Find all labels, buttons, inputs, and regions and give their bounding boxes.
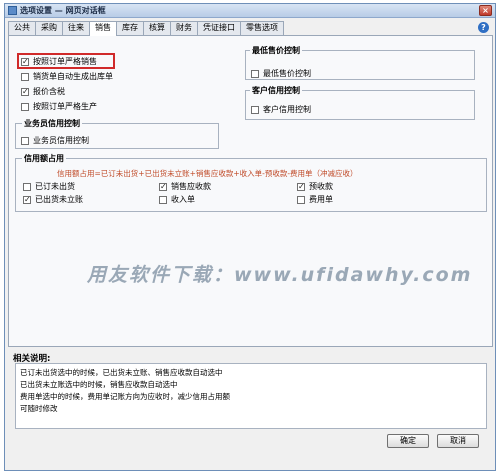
option-strict-production-by-order[interactable]: 按照订单严格生产 xyxy=(21,101,97,112)
tab-retail-options[interactable]: 零售选项 xyxy=(240,21,284,35)
watermark: 用友软件下载：www.ufidawhy.com xyxy=(87,264,473,286)
credit-item-ordered-not-shipped[interactable]: 已订未出货 xyxy=(23,181,75,192)
tab-voucher-interface[interactable]: 凭证接口 xyxy=(197,21,241,35)
tab-inventory[interactable]: 库存 xyxy=(116,21,144,35)
credit-usage-group: 信用额占用 xyxy=(15,153,487,212)
checkbox[interactable]: ✓ xyxy=(21,57,29,66)
checkbox[interactable] xyxy=(21,102,29,111)
group-title: 客户信用控制 xyxy=(250,85,302,96)
credit-formula: 信用额占用=已订未出货+已出货未立账+销售应收款+收入单-预收款-费用单（冲减应… xyxy=(57,169,358,178)
option-label: 客户信用控制 xyxy=(263,105,311,114)
note-line: 已订未出货选中的时候，已出货未立账、销售应收款自动选中 xyxy=(20,368,223,377)
option-customer-credit-control[interactable]: 客户信用控制 xyxy=(251,104,311,115)
option-label: 业务员信用控制 xyxy=(33,136,89,145)
credit-item-sales-receivable[interactable]: ✓ 销售应收款 xyxy=(159,181,211,192)
app-icon xyxy=(8,6,17,15)
group-title: 信用额占用 xyxy=(22,153,66,164)
group-title: 业务员信用控制 xyxy=(22,118,82,129)
sales-options-panel: ✓ 按照订单严格销售 销货单自动生成出库单 ✓ 报价含税 按照订单严格生产 最低… xyxy=(8,35,493,347)
credit-item-income-slip[interactable]: 收入单 xyxy=(159,194,195,205)
option-price-includes-tax[interactable]: ✓ 报价含税 xyxy=(21,86,65,97)
option-label: 报价含税 xyxy=(33,87,65,96)
note-line: 费用单选中的时候，费用单记账方向为应收时，减少信用占用额 xyxy=(20,392,230,401)
option-label: 费用单 xyxy=(309,195,333,204)
checkbox[interactable] xyxy=(23,182,31,191)
option-label: 预收款 xyxy=(309,182,333,191)
ok-button[interactable]: 确定 xyxy=(387,434,429,448)
help-icon[interactable]: ? xyxy=(478,22,489,33)
checkbox[interactable]: ✓ xyxy=(159,182,167,191)
checkbox[interactable]: ✓ xyxy=(297,182,305,191)
window-title: 选项设置 — 网页对话框 xyxy=(20,6,106,15)
checkbox[interactable]: ✓ xyxy=(21,87,29,96)
option-label: 销货单自动生成出库单 xyxy=(33,72,113,81)
title-bar: 选项设置 — 网页对话框 × xyxy=(5,4,495,18)
option-label: 已订未出货 xyxy=(35,182,75,191)
option-label: 销售应收款 xyxy=(171,182,211,191)
tab-public[interactable]: 公共 xyxy=(8,21,36,35)
checkbox[interactable] xyxy=(159,195,167,204)
tab-strip: 公共 采购 往来 销售 库存 核算 财务 凭证接口 零售选项 xyxy=(8,21,284,36)
checkbox[interactable] xyxy=(297,195,305,204)
group-title: 最低售价控制 xyxy=(250,45,302,56)
option-label: 按照订单严格生产 xyxy=(33,102,97,111)
close-icon[interactable]: × xyxy=(479,5,492,16)
option-label: 按照订单严格销售 xyxy=(33,57,97,66)
option-min-price-control[interactable]: 最低售价控制 xyxy=(251,68,311,79)
tab-finance[interactable]: 财务 xyxy=(170,21,198,35)
option-strict-sales-by-order[interactable]: ✓ 按照订单严格销售 xyxy=(21,56,97,67)
cancel-button[interactable]: 取消 xyxy=(437,434,479,448)
option-label: 收入单 xyxy=(171,195,195,204)
note-line: 已出货未立账选中的时候，销售应收款自动选中 xyxy=(20,380,178,389)
notes-box: 已订未出货选中的时候，已出货未立账、销售应收款自动选中 已出货未立账选中的时候，… xyxy=(15,363,487,429)
credit-item-advance-receipt[interactable]: ✓ 预收款 xyxy=(297,181,333,192)
option-auto-generate-outbound[interactable]: 销货单自动生成出库单 xyxy=(21,71,113,82)
options-dialog: 选项设置 — 网页对话框 × 公共 采购 往来 销售 库存 核算 财务 凭证接口… xyxy=(4,3,496,471)
tab-sales[interactable]: 销售 xyxy=(89,21,117,36)
tab-accounting[interactable]: 核算 xyxy=(143,21,171,35)
option-label: 已出货未立账 xyxy=(35,195,83,204)
tab-receivables[interactable]: 往来 xyxy=(62,21,90,35)
credit-item-shipped-not-booked[interactable]: ✓ 已出货未立账 xyxy=(23,194,83,205)
checkbox[interactable] xyxy=(21,136,29,145)
credit-item-expense-slip[interactable]: 费用单 xyxy=(297,194,333,205)
note-line: 可随时修改 xyxy=(20,404,58,413)
checkbox[interactable]: ✓ xyxy=(23,195,31,204)
option-salesperson-credit-control[interactable]: 业务员信用控制 xyxy=(21,135,89,146)
tab-purchase[interactable]: 采购 xyxy=(35,21,63,35)
checkbox[interactable] xyxy=(251,105,259,114)
option-label: 最低售价控制 xyxy=(263,69,311,78)
checkbox[interactable] xyxy=(21,72,29,81)
checkbox[interactable] xyxy=(251,69,259,78)
